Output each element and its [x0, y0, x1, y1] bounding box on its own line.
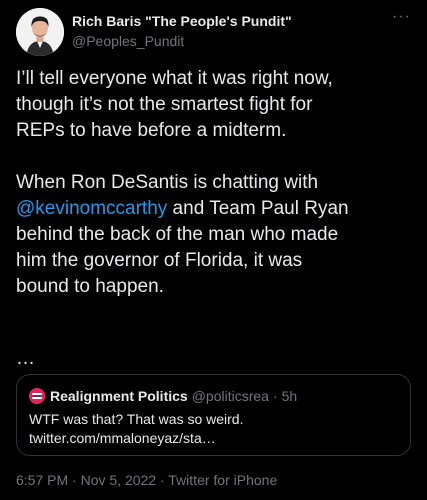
quoted-avatar — [29, 388, 45, 404]
tweet-time[interactable]: 6:57 PM — [16, 472, 68, 488]
quoted-time: 5h — [281, 388, 298, 404]
tweet-meta: 6:57 PM · Nov 5, 2022 · Twitter for iPho… — [16, 472, 277, 488]
quoted-author-name: Realignment Politics — [50, 388, 188, 404]
tweet-line: though it’s not the smartest fight for — [16, 94, 313, 115]
tweet-line: behind the back of the man who made — [16, 224, 339, 245]
quoted-text-line: WTF was that? That was so weird. — [29, 411, 244, 427]
tweet-ellipsis: … — [16, 348, 35, 369]
avatar[interactable] — [16, 8, 64, 56]
tweet-date[interactable]: Nov 5, 2022 — [81, 472, 157, 488]
mention-link[interactable]: @kevinomccarthy — [16, 198, 167, 219]
tweet-line: When Ron DeSantis is chatting with — [16, 172, 319, 193]
quoted-author-handle: @politicsrea — [191, 388, 269, 404]
tweet-line: REPs to have before a midterm. — [16, 120, 287, 141]
author-handle[interactable]: @Peoples_Pundit — [72, 32, 292, 50]
quoted-text: WTF was that? That was so weird. twitter… — [29, 410, 243, 448]
tweet-header: Rich Baris "The People's Pundit" @People… — [16, 8, 411, 56]
author-names: Rich Baris "The People's Pundit" @People… — [72, 12, 292, 50]
tweet-line-rest: and Team Paul Ryan — [167, 198, 349, 219]
more-options-icon[interactable]: ··· — [392, 8, 411, 26]
tweet-line: I’ll tell everyone what it was right now… — [16, 68, 333, 89]
quoted-tweet-card[interactable]: Realignment Politics @politicsrea · 5h W… — [16, 374, 411, 456]
quoted-link[interactable]: twitter.com/mmaloneyaz/sta… — [29, 429, 243, 448]
tweet-line: him the governor of Florida, it was — [16, 250, 303, 271]
tweet-line-with-mention: @kevinomccarthy and Team Paul Ryan — [16, 196, 411, 222]
tweet-line: bound to happen. — [16, 276, 164, 297]
quoted-tweet-header: Realignment Politics @politicsrea · 5h — [29, 386, 297, 406]
meta-separator: · — [159, 472, 165, 488]
quoted-separator: · — [272, 388, 278, 404]
avatar-portrait-icon — [16, 8, 64, 56]
author-display-name[interactable]: Rich Baris "The People's Pundit" — [72, 12, 292, 30]
tweet-source: Twitter for iPhone — [168, 472, 278, 488]
realignment-logo-icon — [29, 388, 45, 404]
meta-separator: · — [72, 472, 77, 488]
tweet-text: I’ll tell everyone what it was right now… — [16, 66, 411, 300]
